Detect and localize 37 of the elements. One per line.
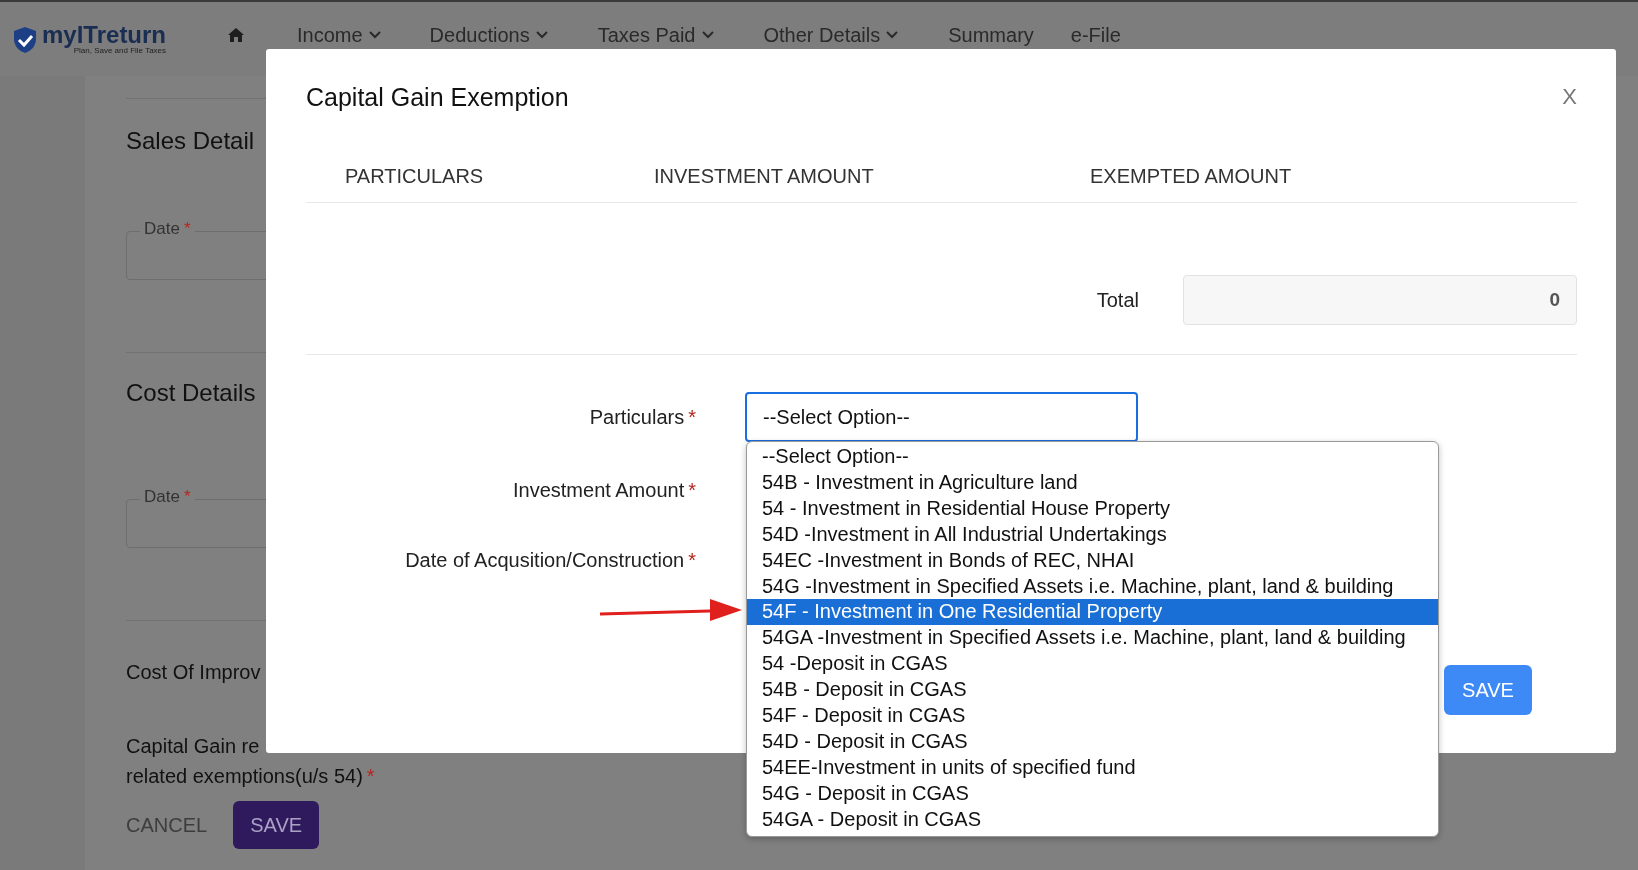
home-icon[interactable] (227, 27, 245, 43)
dropdown-option[interactable]: 54G -Investment in Specified Assets i.e. Machine, plant, land & building (747, 573, 1438, 600)
save-button[interactable]: SAVE (233, 801, 320, 849)
dropdown-option[interactable]: 54D -Investment in All Industrial Undertakings (747, 521, 1438, 548)
dropdown-option[interactable]: 54GA - Deposit in CGAS (747, 806, 1438, 833)
field-label: Capital Gain re (126, 734, 261, 759)
dropdown-option[interactable]: 54B - Investment in Agriculture land (747, 469, 1438, 496)
nav-menu-item[interactable]: Income (297, 24, 381, 46)
dropdown-option[interactable]: 54GA -Investment in Specified Assets i.e. Machine, plant, land & building (747, 625, 1438, 652)
dropdown-option[interactable]: 54F - Deposit in CGAS (747, 703, 1438, 729)
dialog-title: Capital Gain Exemption (306, 82, 569, 112)
section-heading: Cost Details (126, 379, 257, 407)
field-label: related exemptions(u/s 54) * (126, 764, 376, 789)
field-label: Cost Of Improv (126, 660, 262, 685)
dropdown-option[interactable]: 54F - Investment in One Residential Property (747, 599, 1438, 626)
dropdown-option[interactable]: 54D - Deposit in CGAS (747, 728, 1438, 755)
dropdown-option[interactable]: 54 - Investment in Residential House Property (747, 495, 1438, 522)
logo-text: myITreturn (42, 24, 167, 46)
field-label: Date of Acqusition/Construction * (404, 548, 697, 572)
dropdown-option[interactable]: 54G - Deposit in CGAS (747, 780, 1438, 807)
logo-tagline: Plan, Save and File Taxes (73, 46, 167, 55)
column-header: INVESTMENT AMOUNT (654, 165, 875, 188)
dropdown-option[interactable]: 54EC -Investment in Bonds of REC, NHAI (747, 547, 1438, 574)
shield-check-icon (12, 25, 38, 54)
close-button[interactable]: X (1562, 84, 1577, 110)
dropdown-option[interactable]: --Select Option-- (747, 444, 1438, 470)
dropdown-option[interactable]: 54 -Deposit in CGAS (747, 651, 1438, 678)
field-label: Investment Amount * (512, 478, 697, 502)
column-header: PARTICULARS (345, 165, 485, 188)
total-label: Total (1096, 288, 1139, 312)
column-header: EXEMPTED AMOUNT (1090, 165, 1293, 188)
dropdown-option[interactable]: 54EE-Investment in units of specified fund (747, 754, 1438, 781)
dropdown-option[interactable]: 54B - Deposit in CGAS (747, 677, 1438, 704)
field-label: Particulars * (588, 405, 697, 429)
total-field: 0 (1183, 275, 1577, 325)
nav-menu-item[interactable]: Other Details (763, 24, 899, 46)
section-heading: Sales Detail (126, 127, 256, 155)
